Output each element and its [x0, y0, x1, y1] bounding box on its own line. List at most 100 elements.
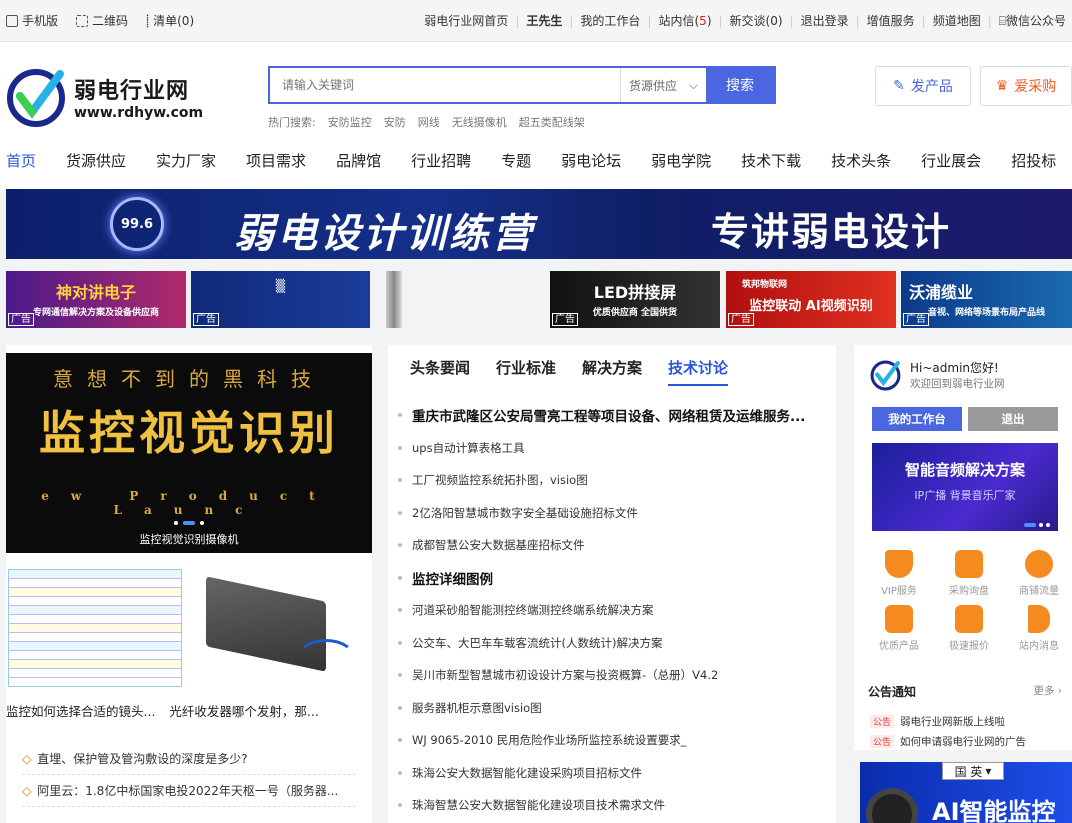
sitemap-link[interactable]: 频道地图: [933, 12, 981, 29]
notice-more-link[interactable]: 更多 ›: [1033, 683, 1062, 700]
news-item[interactable]: ups自动计算表格工具: [398, 432, 828, 465]
news-item[interactable]: 工厂视频监控系统拓扑图，visio图: [398, 464, 828, 497]
nav-item[interactable]: 弱电学院: [651, 150, 711, 171]
nav-item[interactable]: 招投标: [1011, 150, 1056, 171]
workspace-link[interactable]: 我的工作台: [580, 12, 640, 29]
fiber-transceiver-thumbnail[interactable]: [186, 569, 372, 687]
nav-item[interactable]: 行业招聘: [411, 150, 471, 171]
news-item[interactable]: 公交车、大巴车车载客流统计(人数统计)解决方案: [398, 627, 828, 660]
list-item[interactable]: 公告 如何申请弱电行业网的广告: [870, 731, 1066, 751]
news-headline[interactable]: 重庆市武隆区公安局雪亮工程等项目设备、网络租赁及运维服务...: [398, 399, 828, 432]
nav-item[interactable]: 首页: [6, 150, 36, 171]
site-logo[interactable]: 弱电行业网 www.rdhyw.com: [6, 66, 203, 128]
qrcode-link[interactable]: 二维码: [76, 12, 128, 29]
nav-item[interactable]: 弱电论坛: [561, 150, 621, 171]
carousel-dot[interactable]: [1046, 523, 1050, 527]
thumbnail-captions: 监控如何选择合适的镜头... 光纤收发器哪个发射，那...: [6, 701, 372, 720]
logout-button[interactable]: 退出: [968, 407, 1058, 431]
list-item[interactable]: 公告 弱电行业网新版上线啦: [870, 711, 1066, 731]
nav-item[interactable]: 实力厂家: [156, 150, 216, 171]
service-label: 优质产品: [879, 641, 919, 652]
news-item[interactable]: 吴川市新型智慧城市初设设计方案与投资概算-（总册）V4.2: [398, 659, 828, 692]
carousel-title: 监控视觉识别: [39, 406, 339, 460]
tab-standards[interactable]: 行业标准: [496, 357, 556, 386]
top-bar-left: 手机版 二维码 ⸽ 清单(0): [6, 12, 194, 29]
ad-title: 沃浦缆业: [909, 283, 974, 302]
service-quote[interactable]: 极速报价: [934, 605, 1004, 652]
ad-tile[interactable]: 神对讲电子 专网通信解决方案及设备供应商 广告: [6, 271, 186, 328]
news-item[interactable]: 成都智慧公安大数据基座招标文件: [398, 529, 828, 562]
search-input[interactable]: [270, 68, 620, 102]
carousel-dot[interactable]: [200, 521, 204, 525]
chat-bubble-icon: [955, 605, 983, 633]
inbox-link[interactable]: 站内信(5): [658, 12, 711, 29]
news-headline[interactable]: 监控详细图例: [398, 562, 828, 595]
carousel-dot-active[interactable]: [1024, 523, 1036, 527]
service-vip[interactable]: VIP服务: [864, 550, 934, 597]
news-item[interactable]: WJ 9065-2010 民用危险作业场所监控系统设置要求_: [398, 724, 828, 757]
banner-subtitle: 专讲弱电设计: [711, 210, 952, 254]
hot-search-item[interactable]: 无线摄像机: [452, 114, 507, 130]
hot-search-item[interactable]: 安防: [384, 114, 406, 130]
purchase-button[interactable]: ♛ 爱采购: [980, 66, 1072, 106]
training-banner[interactable]: 99.6 弱电设计训练营 专讲弱电设计: [6, 189, 1072, 259]
logout-link[interactable]: 退出登录: [801, 12, 849, 29]
workspace-button[interactable]: 我的工作台: [872, 407, 962, 431]
search-button[interactable]: 搜索: [706, 68, 774, 102]
lens-table-thumbnail[interactable]: [8, 569, 182, 687]
language-switch[interactable]: 国 英 ▾: [942, 762, 1004, 780]
ad-tile[interactable]: 沃浦缆业 音视、网络等场景布局产品线 广告: [901, 271, 1072, 328]
product-image[interactable]: [386, 271, 402, 328]
tab-solutions[interactable]: 解决方案: [582, 357, 642, 386]
tab-headlines[interactable]: 头条要闻: [410, 357, 470, 386]
news-item[interactable]: 珠海智慧公安大数据智能化建设项目技术需求文件: [398, 789, 828, 822]
list-item[interactable]: ◇ 阿里云：1.8亿中标国家电投2022年天枢一号（服务器...: [22, 775, 356, 807]
nav-item[interactable]: 专题: [501, 150, 531, 171]
news-item[interactable]: 珠海公安大数据智能化建设采购项目招标文件: [398, 757, 828, 790]
news-item[interactable]: 河道采砂船智能测控终端测控终端系统解决方案: [398, 594, 828, 627]
nav-item[interactable]: 品牌馆: [336, 150, 381, 171]
thumb-caption[interactable]: 监控如何选择合适的镜头...: [6, 701, 155, 720]
audio-solution-ad[interactable]: 智能音频解决方案 IP广播 背景音乐厂家: [872, 443, 1058, 531]
hot-search-item[interactable]: 超五类配线架: [519, 114, 585, 130]
hot-search-item[interactable]: 安防监控: [328, 114, 372, 130]
ai-monitor-ad[interactable]: 国 英 ▾ AI智能监控: [860, 762, 1072, 823]
chat-link[interactable]: 新交谈(0): [730, 12, 783, 29]
news-item[interactable]: 2亿洛阳智慧城市数字安全基础设施招标文件: [398, 497, 828, 530]
nav-item[interactable]: 技术下载: [741, 150, 801, 171]
carousel-dot[interactable]: [174, 521, 178, 525]
service-traffic[interactable]: 商铺流量: [1004, 550, 1072, 597]
nav-item[interactable]: 行业展会: [921, 150, 981, 171]
carousel-dot[interactable]: [1039, 523, 1043, 527]
ad-tag: 广告: [193, 313, 219, 326]
featured-carousel[interactable]: 意想不到的黑科技 监控视觉识别 ew Product Launc 监控视觉识别摄…: [6, 353, 372, 553]
news-title: 服务器机柜示意图visio图: [412, 700, 542, 715]
cart-link[interactable]: ⸽ 清单(0): [146, 12, 194, 29]
list-item[interactable]: ◇ 直埋、保护管及管沟敷设的深度是多少?: [22, 743, 356, 775]
mobile-link[interactable]: 手机版: [6, 12, 58, 29]
bullet-icon: [398, 770, 402, 775]
thumb-caption[interactable]: 光纤收发器哪个发射，那...: [169, 701, 318, 720]
ad-tile[interactable]: 筑邦物联网 监控联动 AI视频识别 广告: [726, 271, 896, 328]
service-inquiry[interactable]: 采购询盘: [934, 550, 1004, 597]
publish-product-button[interactable]: ✎ 发产品: [875, 66, 971, 106]
nav-item[interactable]: 项目需求: [246, 150, 306, 171]
user-name[interactable]: 王先生: [526, 12, 562, 29]
service-products[interactable]: 优质产品: [864, 605, 934, 652]
chevron-right-icon: ›: [1057, 685, 1062, 697]
ad-tile[interactable]: LED拼接屏 优质供应商 全国供货 广告: [550, 271, 720, 328]
star-icon: [885, 550, 913, 578]
nav-item[interactable]: 货源供应: [66, 150, 126, 171]
ad-tile[interactable]: ▒ 广告: [191, 271, 370, 328]
search-category-select[interactable]: 货源供应 ⌵: [620, 68, 706, 102]
hot-search-item[interactable]: 网线: [418, 114, 440, 130]
vip-service-link[interactable]: 增值服务: [867, 12, 915, 29]
news-item[interactable]: 服务器机柜示意图visio图: [398, 692, 828, 725]
service-messages[interactable]: 站内消息: [1004, 605, 1072, 652]
nav-item[interactable]: 技术头条: [831, 150, 891, 171]
home-link[interactable]: 弱电行业网首页: [424, 12, 508, 29]
carousel-dot-active[interactable]: [183, 521, 195, 525]
wechat-link[interactable]: ⌸微信公众号: [999, 12, 1066, 29]
inbox-count: 5: [699, 14, 707, 28]
tab-tech-discussion[interactable]: 技术讨论: [668, 357, 729, 386]
